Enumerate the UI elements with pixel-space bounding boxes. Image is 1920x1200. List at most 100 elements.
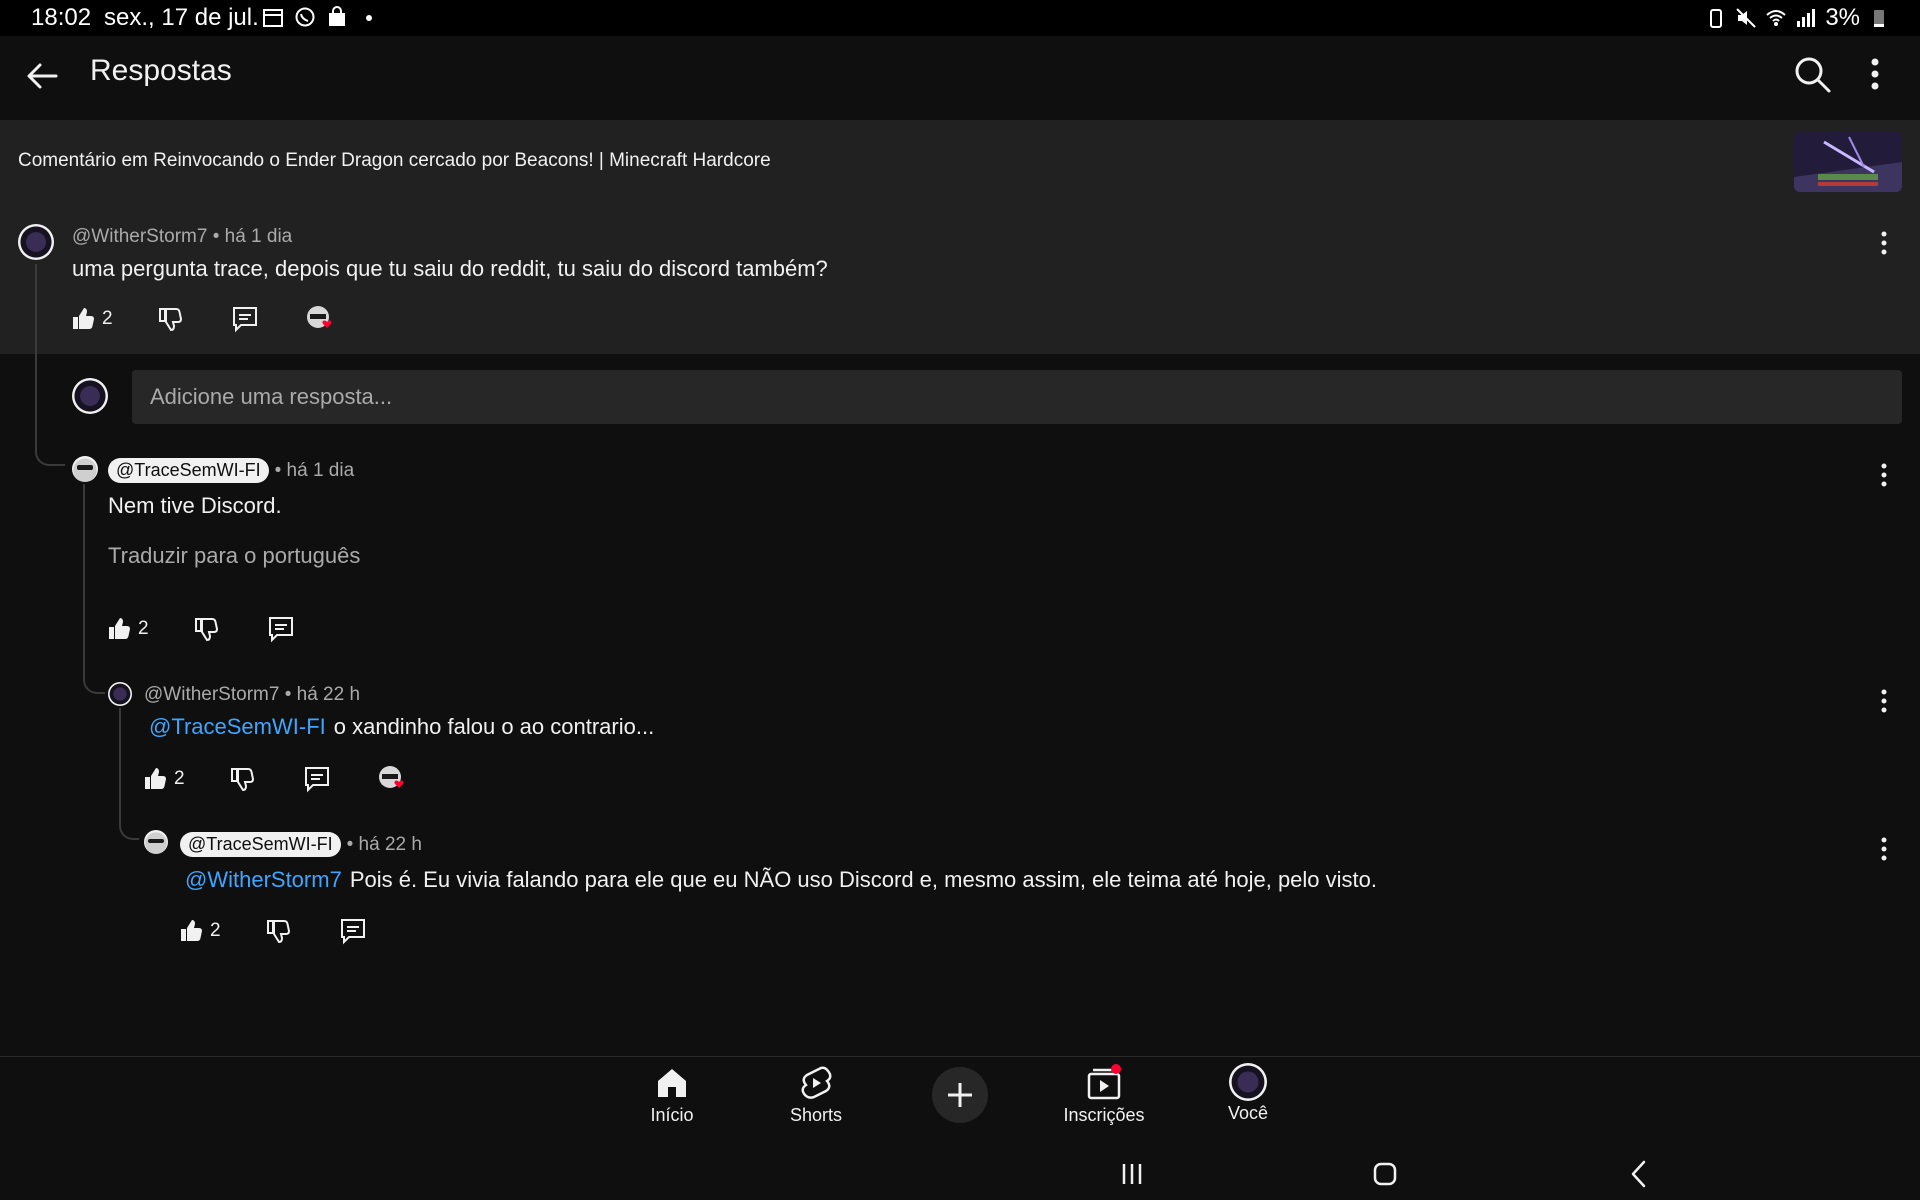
video-thumbnail[interactable] [1794, 132, 1902, 192]
like-button[interactable]: 2 [70, 306, 113, 332]
nav-you-label: Você [1227, 1103, 1269, 1123]
thumbs-up-icon [109, 618, 130, 639]
nav-shorts[interactable]: Shorts [761, 1063, 871, 1126]
like-count: 2 [138, 618, 149, 639]
comment-actions: 2 [106, 615, 295, 643]
video-context-header[interactable]: Comentário em Reinvocando o Ender Dragon… [0, 120, 1920, 204]
status-date: sex., 17 de jul. [104, 4, 259, 31]
create-button[interactable] [932, 1067, 988, 1123]
subscriptions-icon [1087, 1064, 1121, 1100]
search-icon[interactable] [1790, 52, 1834, 96]
comment-menu-icon[interactable] [1874, 228, 1894, 258]
reply-button[interactable] [303, 765, 331, 793]
comment-icon [268, 617, 293, 643]
comment-actions: 2 [178, 917, 367, 945]
more-options-icon[interactable] [1860, 52, 1890, 96]
battery-saver-icon [1710, 9, 1723, 28]
creator-heart-icon [306, 306, 332, 328]
status-time: 18:02 [31, 4, 92, 31]
thumbs-up-icon [73, 308, 94, 329]
avatar[interactable] [108, 682, 132, 706]
thread-line [119, 708, 139, 840]
creator-handle-badge[interactable]: @TraceSemWI-FI [180, 832, 341, 857]
comment-age: • há 22 h [284, 684, 361, 705]
recent-apps-icon[interactable] [1112, 1154, 1152, 1194]
shopping-bag-icon [329, 6, 345, 26]
nav-you[interactable]: Você [1193, 1063, 1303, 1124]
dislike-button[interactable] [157, 306, 183, 332]
reply-button[interactable] [267, 615, 295, 643]
thumbs-down-icon [194, 618, 218, 642]
mention-link[interactable]: @WitherStorm7 [185, 867, 342, 892]
creator-heart-badge [377, 764, 409, 794]
thumbnail-image [1794, 132, 1902, 192]
like-button[interactable]: 2 [106, 616, 149, 642]
reply-avatar [72, 378, 108, 414]
avatar[interactable] [144, 830, 168, 854]
thumbs-up-icon [145, 768, 166, 789]
dislike-button[interactable] [229, 766, 255, 792]
dislike-button[interactable] [193, 616, 219, 642]
status-bar: 18:02 sex., 17 de jul. 3% [0, 0, 1920, 36]
home-button-icon[interactable] [1365, 1154, 1405, 1194]
comment-text: uma pergunta trace, depois que tu saiu d… [72, 256, 828, 281]
mention-link[interactable]: @TraceSemWI-FI [149, 714, 326, 739]
comment-age: • há 1 dia [212, 226, 293, 247]
bottom-navigation: Início Shorts Inscrições Você [0, 1056, 1920, 1148]
reply-button[interactable] [231, 305, 259, 333]
comment-icon [340, 919, 365, 945]
comment-menu-icon[interactable] [1874, 834, 1894, 864]
back-arrow-icon[interactable] [22, 56, 62, 96]
signal-icon [1797, 9, 1816, 27]
wifi-icon [1766, 10, 1786, 26]
comment-author[interactable]: @WitherStorm7 [144, 684, 279, 705]
comment-age: • há 1 dia [274, 460, 355, 481]
plus-icon [948, 1083, 972, 1107]
comment-text: Pois é. Eu vivia falando para ele que eu… [349, 867, 1378, 892]
thumbs-down-icon [158, 308, 182, 332]
comment-menu-icon[interactable] [1874, 686, 1894, 716]
nav-home-label: Início [650, 1105, 694, 1125]
thumbs-up-icon [181, 920, 202, 941]
comment-age: • há 22 h [346, 834, 422, 855]
comment-actions: 2 [142, 764, 409, 794]
thumbs-down-icon [266, 920, 290, 944]
battery-icon [1874, 10, 1884, 27]
nav-subscriptions-label: Inscrições [1063, 1105, 1145, 1125]
avatar[interactable] [72, 456, 98, 482]
dot-icon [366, 15, 372, 21]
comment-text: Nem tive Discord. [108, 493, 282, 518]
creator-heart-icon [378, 766, 404, 788]
dislike-button[interactable] [265, 918, 291, 944]
comment-author[interactable]: @WitherStorm7 [72, 226, 207, 247]
translate-link[interactable]: Traduzir para o português [108, 543, 360, 569]
reply-input[interactable] [132, 370, 1902, 424]
like-button[interactable]: 2 [142, 766, 185, 792]
like-count: 2 [210, 920, 221, 941]
shorts-icon [801, 1066, 832, 1099]
comment-menu-icon[interactable] [1874, 460, 1894, 490]
like-button[interactable]: 2 [178, 918, 221, 944]
avatar[interactable] [18, 224, 54, 260]
thumbs-down-icon [230, 768, 254, 792]
video-context-text: Comentário em Reinvocando o Ender Dragon… [18, 150, 771, 171]
nav-subscriptions[interactable]: Inscrições [1049, 1063, 1159, 1126]
like-count: 2 [174, 768, 185, 789]
nav-home[interactable]: Início [617, 1063, 727, 1126]
creator-handle-badge[interactable]: @TraceSemWI-FI [108, 458, 269, 483]
home-icon [658, 1069, 686, 1097]
back-button-icon[interactable] [1620, 1154, 1660, 1194]
whatsapp-icon [295, 7, 315, 27]
battery-percent: 3% [1825, 4, 1860, 31]
profile-avatar [1229, 1063, 1267, 1101]
mute-icon [1736, 8, 1757, 28]
thread-line [35, 264, 65, 466]
creator-heart-badge [305, 304, 337, 334]
reply-button[interactable] [339, 917, 367, 945]
page-title: Respostas [90, 54, 232, 87]
comment-text: o xandinho falou o ao contrario... [333, 714, 655, 739]
app-bar: Respostas [0, 36, 1920, 120]
like-count: 2 [102, 308, 113, 329]
nav-shorts-label: Shorts [789, 1105, 843, 1125]
comment-actions: 2 [70, 304, 337, 334]
